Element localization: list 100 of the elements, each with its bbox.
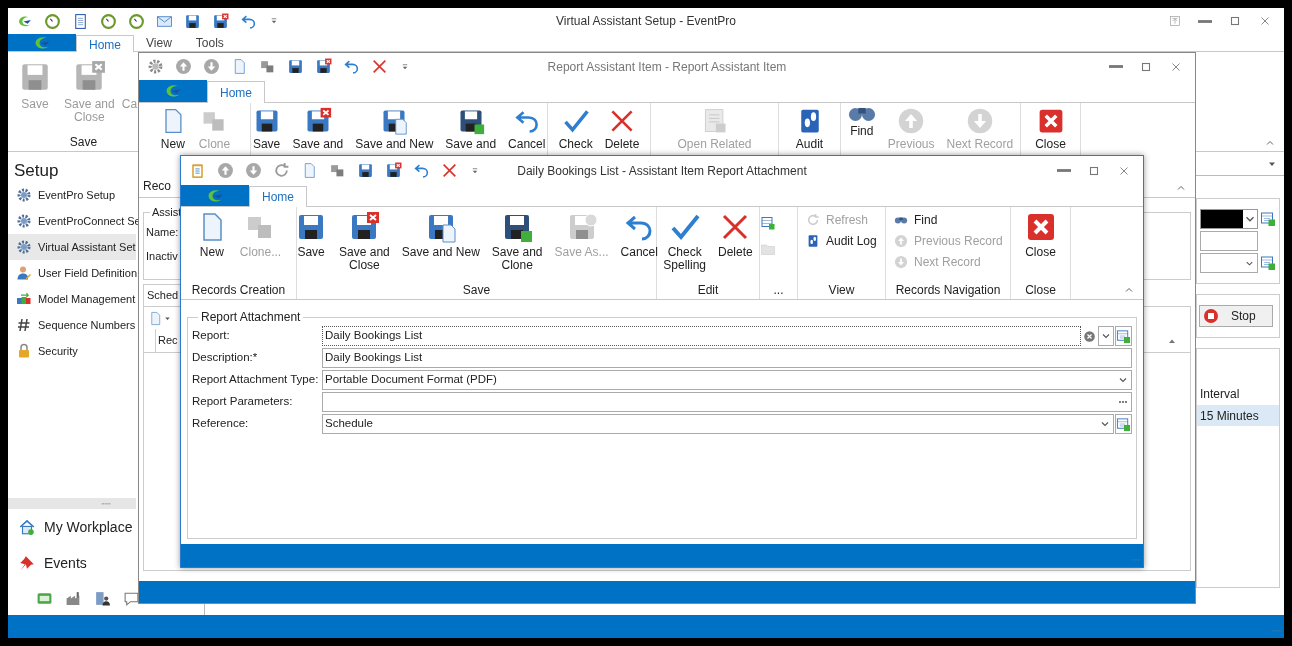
toolbar-button[interactable] <box>357 162 374 179</box>
dropdown-field[interactable] <box>322 392 1132 412</box>
hash-icon <box>16 317 32 333</box>
chevron-down-icon <box>1243 210 1257 228</box>
restore-button[interactable] <box>1168 14 1182 28</box>
gears-icon <box>16 239 32 255</box>
ribbon-button[interactable]: Find <box>894 211 938 229</box>
sidebar-item[interactable]: Sequence Numbers <box>8 312 136 338</box>
ribbon-button[interactable]: Delete <box>598 103 646 151</box>
minimize-button[interactable] <box>1198 19 1212 23</box>
field-label: Report: <box>192 328 231 344</box>
application-menu-button[interactable] <box>8 34 76 51</box>
ribbon-button[interactable]: Close <box>1018 207 1063 259</box>
application-menu-button[interactable] <box>181 185 249 206</box>
group-label: Records Navigation <box>894 282 1002 299</box>
input-field[interactable]: Daily Bookings List <box>322 348 1132 368</box>
navigation-item[interactable]: Events <box>8 545 87 581</box>
ribbon-button[interactable]: Save and New <box>349 103 440 151</box>
group-label: Close <box>1024 282 1057 299</box>
new-row-button[interactable] <box>148 310 172 326</box>
dropdown-button[interactable] <box>1098 326 1114 346</box>
clear-button[interactable] <box>1083 329 1096 343</box>
clear-icon <box>1083 329 1096 343</box>
ribbon-button[interactable] <box>760 215 776 231</box>
ribbon-button[interactable]: New <box>152 103 193 151</box>
ribbon-tab[interactable]: View <box>134 34 184 51</box>
cubes-icon <box>329 162 346 179</box>
window-title: Daily Bookings List - Assistant Item Report Attachment <box>517 162 807 180</box>
ribbon-tab[interactable]: Home <box>249 186 307 207</box>
window-title: Report Assistant Item - Report Assistant Item <box>547 58 787 76</box>
ribbon-button[interactable]: Save and Close <box>333 207 396 272</box>
table-plus-icon <box>760 215 776 231</box>
gears-icon <box>16 187 32 203</box>
ribbon-tab[interactable]: Home <box>207 81 265 103</box>
application-menu-button[interactable] <box>139 80 207 102</box>
ribbon-button[interactable]: Audit Log <box>806 232 877 250</box>
input-field[interactable] <box>1200 231 1258 251</box>
sidebar-item[interactable]: Virtual Assistant Set <box>8 234 136 260</box>
up-arrow-icon <box>894 234 908 248</box>
toolbar-button[interactable] <box>287 58 304 75</box>
lookup-button[interactable] <box>1260 253 1276 273</box>
ribbon-button[interactable]: Save and <box>286 103 350 151</box>
lookup-button[interactable] <box>1260 209 1276 229</box>
delete-icon <box>441 162 458 179</box>
sidebar-item[interactable]: EventPro Setup <box>8 182 136 208</box>
ribbon-button[interactable]: Save <box>289 207 334 259</box>
window-title: Virtual Assistant Setup - EventPro <box>556 13 736 30</box>
ribbon-button[interactable]: New <box>189 207 234 259</box>
navigation-button[interactable] <box>94 589 111 607</box>
add-lookup-icon <box>1116 416 1131 432</box>
new-document-icon <box>148 310 163 326</box>
factory-icon <box>65 589 82 607</box>
ribbon-button[interactable]: Close <box>1029 103 1072 151</box>
column-header: Interval <box>1199 386 1241 403</box>
ribbon-button[interactable]: Check <box>552 103 599 151</box>
table-cell[interactable]: 15 Minutes <box>1197 405 1279 426</box>
undo-icon <box>343 58 360 75</box>
field-label: Inactiv <box>146 249 178 265</box>
dropdown-field[interactable] <box>1200 253 1258 273</box>
ribbon-button[interactable]: Save and <box>439 103 503 151</box>
ribbon-button[interactable]: Delete <box>712 207 759 259</box>
restore-icon <box>1168 14 1182 28</box>
ribbon-tab[interactable]: Tools <box>183 34 236 51</box>
ribbon-button[interactable]: Cancel <box>502 103 552 151</box>
sidebar-item[interactable]: Security <box>8 338 136 364</box>
dropdown-field[interactable]: Schedule <box>322 414 1114 434</box>
ribbon-tab[interactable]: Home <box>76 35 134 52</box>
field-label: Reference: <box>192 416 250 432</box>
stop-button[interactable]: Stop <box>1199 305 1273 327</box>
navigation-item[interactable]: My Workplace <box>8 509 133 545</box>
ribbon-button[interactable]: Find <box>841 103 882 138</box>
group-label: ... <box>772 282 785 299</box>
toolbar-button[interactable] <box>184 12 201 30</box>
toolbar-button[interactable] <box>315 58 332 75</box>
maximize-button[interactable] <box>1228 14 1242 28</box>
clock-icon <box>100 12 117 30</box>
input-field[interactable] <box>1200 209 1258 229</box>
ribbon-button[interactable]: Save and Clone <box>485 207 549 272</box>
maximize-icon <box>1228 14 1242 28</box>
lookup-button[interactable] <box>1115 326 1132 346</box>
ribbon-button[interactable]: Audit <box>789 103 830 151</box>
add-lookup-icon <box>1116 328 1131 344</box>
tab[interactable]: Sched <box>143 284 183 306</box>
clipboard-icon <box>189 162 206 179</box>
dropdown-field[interactable]: Daily Bookings List <box>322 326 1081 346</box>
sidebar-item[interactable]: User Field Definition <box>8 260 136 286</box>
group-label: Edit <box>696 282 720 299</box>
lookup-button[interactable] <box>1115 414 1132 434</box>
toolbar-button[interactable] <box>212 12 229 30</box>
group-label: Records Creation <box>190 282 287 299</box>
footprints-book-icon <box>806 234 820 248</box>
toolbar-button[interactable] <box>385 162 402 179</box>
field-label: Report Attachment Type: <box>192 372 320 388</box>
sidebar-item[interactable]: Model Management <box>8 286 136 312</box>
ribbon-button[interactable]: Save <box>246 103 287 151</box>
dropdown-field[interactable]: Portable Document Format (PDF) <box>322 370 1132 390</box>
folder-icon <box>760 241 776 257</box>
undo-icon <box>413 162 430 179</box>
minimize-icon <box>1057 169 1071 172</box>
ribbon-button[interactable]: Save and New <box>395 207 486 259</box>
